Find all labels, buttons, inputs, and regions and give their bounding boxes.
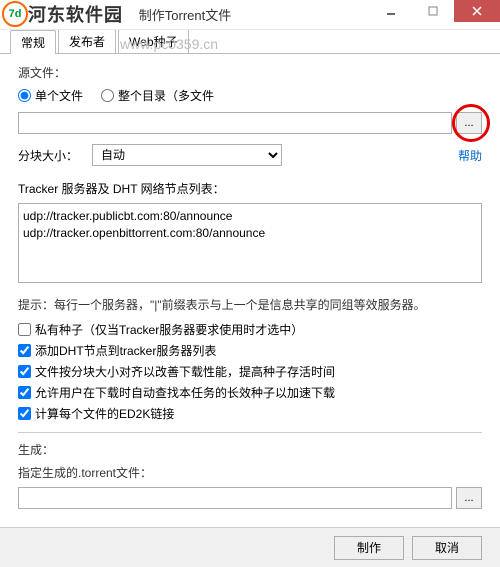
- generate-label: 生成：: [18, 441, 482, 458]
- minimize-button[interactable]: [370, 0, 412, 22]
- tracker-hint: 提示：每行一个服务器，"|"前缀表示与上一个是信息共享的同组等效服务器。: [18, 296, 482, 313]
- radio-single-file[interactable]: 单个文件: [18, 87, 83, 104]
- tab-publisher[interactable]: 发布者: [58, 29, 116, 53]
- maximize-button[interactable]: [412, 0, 454, 22]
- radio-folder-input[interactable]: [101, 89, 114, 102]
- check-longterm-label: 允许用户在下载时自动查找本任务的长效种子以加速下载: [35, 384, 335, 401]
- radio-single-label: 单个文件: [35, 87, 83, 104]
- help-link[interactable]: 帮助: [458, 147, 482, 164]
- tab-bar: 常规 发布者 Web种子: [0, 30, 500, 54]
- check-align[interactable]: [18, 365, 31, 378]
- source-label: 源文件：: [18, 64, 482, 81]
- check-ed2k[interactable]: [18, 407, 31, 420]
- check-longterm[interactable]: [18, 386, 31, 399]
- target-path-input[interactable]: [18, 487, 452, 509]
- piece-size-label: 分块大小：: [18, 147, 78, 164]
- piece-size-select[interactable]: 自动: [92, 144, 282, 166]
- radio-single-input[interactable]: [18, 89, 31, 102]
- footer: 制作 取消: [0, 527, 500, 567]
- tracker-label: Tracker 服务器及 DHT 网络节点列表：: [18, 180, 482, 197]
- radio-folder-label: 整个目录（多文件: [118, 87, 214, 104]
- check-align-label: 文件按分块大小对齐以改善下载性能，提高种子存活时间: [35, 363, 335, 380]
- tracker-textarea[interactable]: [18, 203, 482, 283]
- source-path-input[interactable]: [18, 112, 452, 134]
- check-private[interactable]: [18, 323, 31, 336]
- check-ed2k-label: 计算每个文件的ED2K链接: [35, 405, 174, 422]
- browse-target-button[interactable]: ...: [456, 487, 482, 509]
- check-dht-label: 添加DHT节点到tracker服务器列表: [35, 342, 216, 359]
- close-button[interactable]: [454, 0, 500, 22]
- brand-text: 河东软件园: [28, 1, 123, 27]
- make-button[interactable]: 制作: [334, 536, 404, 560]
- cancel-button[interactable]: 取消: [412, 536, 482, 560]
- browse-source-button[interactable]: ...: [456, 112, 482, 134]
- brand-logo: 7d: [2, 1, 28, 27]
- check-dht[interactable]: [18, 344, 31, 357]
- radio-folder[interactable]: 整个目录（多文件: [101, 87, 214, 104]
- separator: [18, 432, 482, 433]
- tab-general[interactable]: 常规: [10, 30, 56, 54]
- brand-url: www.pc0359.cn: [120, 36, 218, 52]
- target-label: 指定生成的.torrent文件：: [18, 464, 482, 481]
- check-private-label: 私有种子（仅当Tracker服务器要求使用时才选中）: [35, 321, 303, 338]
